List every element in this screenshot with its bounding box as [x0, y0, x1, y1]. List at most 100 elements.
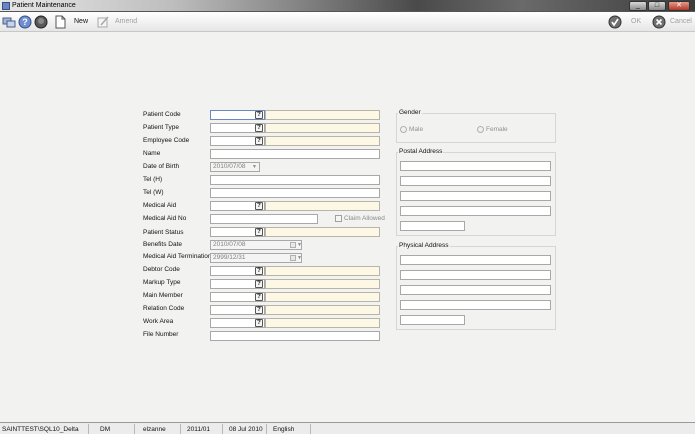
markup-type-lookup-button[interactable]: ? — [255, 280, 263, 288]
status-user: elzanne — [143, 426, 166, 433]
benefits-date-dropdown-icon[interactable]: ▼ — [297, 242, 302, 248]
medical-aid-termination-dropdown-icon[interactable]: ▼ — [297, 255, 302, 261]
patient-code-description — [265, 110, 380, 120]
physical-postal-code-input[interactable] — [400, 315, 465, 325]
gender-title: Gender — [398, 109, 422, 116]
employee-code-label: Employee Code — [143, 137, 190, 144]
toolbar: ? New Amend OK Cancel — [0, 12, 695, 32]
physical-address-line-3[interactable] — [400, 285, 551, 295]
medical-aid-label: Medical Aid — [143, 202, 177, 209]
medical-aid-no-input[interactable] — [210, 214, 318, 224]
benefits-date-calendar-icon[interactable] — [290, 242, 296, 248]
status-bar: SAINTTEST\SQL10_Delta DM elzanne 2011/01… — [0, 422, 695, 434]
physical-address-line-4[interactable] — [400, 300, 551, 310]
status-server: SAINTTEST\SQL10_Delta — [2, 426, 79, 433]
work-area-description — [265, 318, 380, 328]
ok-button[interactable]: OK — [631, 18, 641, 25]
debtor-code-lookup-button[interactable]: ? — [255, 267, 263, 275]
relation-code-lookup-button[interactable]: ? — [255, 306, 263, 314]
relation-code-label: Relation Code — [143, 305, 185, 312]
postal-address-line-2[interactable] — [400, 176, 551, 186]
physical-address-line-2[interactable] — [400, 270, 551, 280]
claim-allowed-checkbox[interactable] — [335, 215, 342, 222]
status-period: 2011/01 — [187, 426, 211, 433]
medical-aid-lookup-button[interactable]: ? — [255, 202, 263, 210]
ok-check-icon[interactable] — [608, 15, 622, 29]
postal-address-line-3[interactable] — [400, 191, 551, 201]
patient-status-lookup-button[interactable]: ? — [255, 228, 263, 236]
new-document-icon[interactable] — [53, 15, 67, 29]
patient-code-label: Patient Code — [143, 111, 181, 118]
status-separator — [134, 424, 135, 434]
main-member-lookup-button[interactable]: ? — [255, 293, 263, 301]
relation-code-description — [265, 305, 380, 315]
title-bar: Patient Maintenance _ □ ✕ — [0, 0, 695, 12]
postal-code-input[interactable] — [400, 221, 465, 231]
work-area-label: Work Area — [143, 318, 174, 325]
markup-type-label: Markup Type — [143, 279, 181, 286]
switch-window-icon[interactable] — [2, 15, 16, 29]
svg-text:?: ? — [22, 17, 28, 27]
patient-status-description — [265, 227, 380, 237]
tel-w-input[interactable] — [210, 188, 380, 198]
physical-address-line-1[interactable] — [400, 255, 551, 265]
window-title: Patient Maintenance — [12, 2, 76, 9]
help-icon[interactable]: ? — [18, 15, 32, 29]
date-of-birth-label: Date of Birth — [143, 163, 180, 170]
medical-aid-no-label: Medical Aid No — [143, 215, 187, 222]
postal-address-title: Postal Address — [398, 148, 444, 155]
main-member-label: Main Member — [143, 292, 183, 299]
amend-icon — [97, 16, 109, 28]
minimize-button[interactable]: _ — [629, 1, 647, 11]
medical-aid-termination-input[interactable]: 2999/12/31 — [210, 253, 302, 263]
patient-type-label: Patient Type — [143, 124, 180, 131]
debtor-code-label: Debtor Code — [143, 266, 180, 273]
benefits-date-label: Benefits Date — [143, 241, 183, 248]
patient-type-description — [265, 123, 380, 133]
postal-address-line-1[interactable] — [400, 161, 551, 171]
close-window-button[interactable]: ✕ — [668, 1, 690, 11]
patient-code-lookup-button[interactable]: ? — [255, 111, 263, 119]
gender-male-radio[interactable] — [400, 126, 407, 133]
employee-code-description — [265, 136, 380, 146]
new-button[interactable]: New — [74, 18, 88, 25]
benefits-date-input[interactable]: 2010/07/08 — [210, 240, 302, 250]
medical-aid-termination-calendar-icon[interactable] — [290, 255, 296, 261]
amend-button[interactable]: Amend — [115, 18, 137, 25]
cancel-x-icon[interactable] — [652, 15, 666, 29]
status-separator — [222, 424, 223, 434]
name-label: Name — [143, 150, 161, 157]
employee-code-lookup-button[interactable]: ? — [255, 137, 263, 145]
patient-type-lookup-button[interactable]: ? — [255, 124, 263, 132]
status-date: 08 Jul 2010 — [229, 426, 263, 433]
name-input[interactable] — [210, 149, 380, 159]
gender-male-label: Male — [409, 126, 424, 133]
markup-type-description — [265, 279, 380, 289]
date-of-birth-dropdown-icon[interactable]: ▼ — [252, 164, 257, 170]
tel-h-label: Tel (H) — [143, 176, 163, 183]
tel-h-input[interactable] — [210, 175, 380, 185]
file-number-label: File Number — [143, 331, 179, 338]
medical-aid-description — [265, 201, 380, 211]
stop-icon[interactable] — [34, 15, 48, 29]
status-separator — [180, 424, 181, 434]
cancel-button[interactable]: Cancel — [670, 18, 692, 25]
file-number-input[interactable] — [210, 331, 380, 341]
main-member-description — [265, 292, 380, 302]
work-area-lookup-button[interactable]: ? — [255, 319, 263, 327]
debtor-code-description — [265, 266, 380, 276]
status-separator — [266, 424, 267, 434]
tel-w-label: Tel (W) — [143, 189, 164, 196]
physical-address-title: Physical Address — [398, 242, 450, 249]
status-initials: DM — [100, 426, 111, 433]
status-separator — [310, 424, 311, 434]
maximize-button[interactable]: □ — [648, 1, 666, 11]
status-language: English — [273, 426, 295, 433]
status-separator — [88, 424, 89, 434]
claim-allowed-label: Claim Allowed — [344, 215, 385, 222]
patient-status-label: Patient Status — [143, 229, 184, 236]
medical-aid-termination-label: Medical Aid Termination — [143, 253, 212, 260]
gender-female-radio[interactable] — [477, 126, 484, 133]
postal-address-line-4[interactable] — [400, 206, 551, 216]
app-icon — [2, 2, 10, 10]
